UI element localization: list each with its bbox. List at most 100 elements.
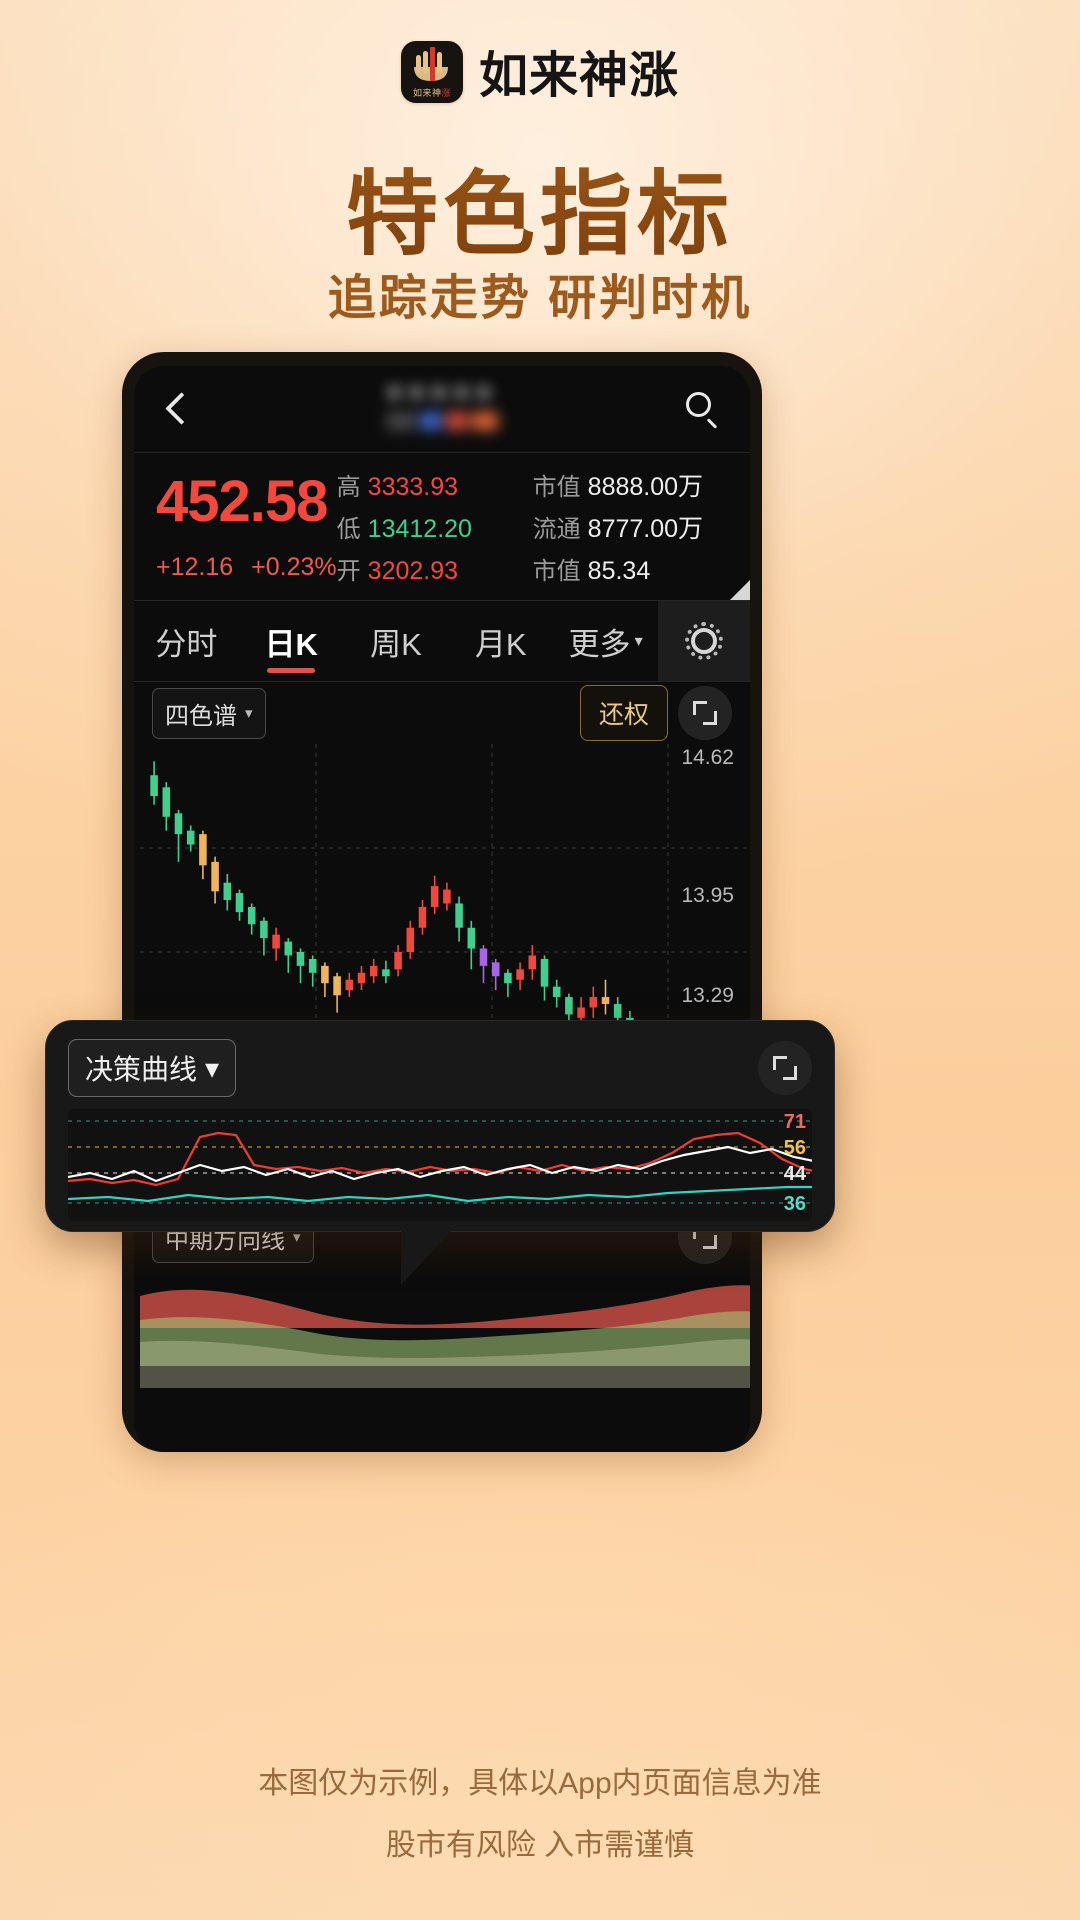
quote-stats-block: 高3333.93 市值8888.00万 量比12.39 低13412.20 流通… xyxy=(337,465,750,586)
candle xyxy=(552,986,561,998)
stat-value: 3202.93 xyxy=(367,557,459,585)
candle xyxy=(174,813,183,835)
expand-corner-marker[interactable] xyxy=(730,580,750,600)
tab-month-k[interactable]: 月K xyxy=(448,601,553,681)
candle xyxy=(345,979,354,991)
chevron-down-icon: ▾ xyxy=(634,633,643,650)
search-icon[interactable] xyxy=(686,392,720,426)
mid-direction-svg xyxy=(140,1285,750,1388)
stat-label: 开 xyxy=(336,558,361,585)
candle xyxy=(516,969,524,980)
stat-label: 低 xyxy=(336,516,361,543)
quote-row: 低13412.20 流通8777.00万 换手1.90% xyxy=(337,509,750,545)
tab-day-k[interactable]: 日K xyxy=(239,601,344,681)
footer-disclaimer: 本图仅为示例，具体以App内页面信息为准 股市有风险 入市需谨慎 xyxy=(0,1758,1080,1864)
stat-label: 市值 xyxy=(532,558,581,585)
candle xyxy=(150,775,158,796)
candlestick-svg xyxy=(140,744,750,1056)
indicator-selector-sisepu[interactable]: 四色谱 ▾ xyxy=(152,687,266,739)
candle xyxy=(418,906,427,928)
y-axis-label: 13.95 xyxy=(681,884,734,907)
app-navbar: ●●●●● xyxy=(134,366,750,452)
expand-icon[interactable] xyxy=(758,1041,812,1095)
candlestick-chart: 14.62 13.95 13.29 xyxy=(140,744,750,1056)
candle xyxy=(565,997,573,1015)
popup-value-44: 44 xyxy=(783,1163,806,1185)
decision-curve-chart: 71 56 44 36 xyxy=(68,1109,812,1221)
price-change-row: +12.16 +0.23% xyxy=(156,553,337,582)
candle xyxy=(284,941,293,956)
popup-value-56: 56 xyxy=(783,1137,806,1159)
candle xyxy=(479,948,488,966)
tab-week-k[interactable]: 周K xyxy=(344,601,449,681)
candle xyxy=(540,958,549,987)
footer-line-1: 本图仅为示例，具体以App内页面信息为准 xyxy=(258,1767,822,1800)
chart-period-tabs: 分时 日K 周K 月K 更多 ▾ xyxy=(134,601,750,682)
price-change: +12.16 xyxy=(156,553,234,581)
candle xyxy=(601,997,610,1004)
phone-screen: ●●●●● 452.58 +12.16 +0.23% 高 3333.93 市值 88… xyxy=(134,366,750,1452)
candle xyxy=(528,955,537,970)
candle xyxy=(430,886,439,907)
decision-curve-popup: 决策曲线 ▾ 71 56 44 36 xyxy=(45,1020,835,1285)
candle xyxy=(186,830,195,845)
decision-curve-svg xyxy=(68,1120,812,1204)
gear-icon xyxy=(684,622,723,660)
last-price: 452.58 xyxy=(156,469,328,534)
phone-mockup: ●●●●● 452.58 +12.16 +0.23% 高 3333.93 市值 88… xyxy=(122,352,762,1452)
y-axis-label: 14.62 xyxy=(681,746,734,769)
candle xyxy=(369,965,378,977)
candle xyxy=(491,962,500,977)
quote-row: 高3333.93 市值8888.00万 量比12.39 xyxy=(337,467,750,503)
stat-label: 流通 xyxy=(532,516,581,543)
popup-value-36: 36 xyxy=(783,1193,806,1215)
quote-price-block: 452.58 +12.16 +0.23% xyxy=(156,465,337,586)
candle xyxy=(382,969,390,977)
brand-name: 如来神涨 xyxy=(478,49,679,103)
candle xyxy=(308,958,317,973)
footer-line-2: 股市有风险 入市需谨慎 xyxy=(385,1829,695,1862)
popup-value-71: 71 xyxy=(783,1111,806,1133)
candle xyxy=(577,1007,585,1018)
stat-value: 3333.93 xyxy=(367,473,459,501)
candle xyxy=(223,882,232,900)
candle xyxy=(357,972,366,984)
quote-row: 开3202.93 市值85.34 TTM市盈99.99 xyxy=(337,551,750,586)
price-change-pct: +0.23% xyxy=(251,553,337,581)
candle xyxy=(394,952,402,970)
stat-value: 13412.20 xyxy=(367,515,472,543)
candle xyxy=(272,934,280,949)
chart-settings-button[interactable] xyxy=(657,601,750,681)
logo-red-bar xyxy=(429,46,435,81)
popup-tail xyxy=(401,1229,453,1285)
stat-value: 8888.00万 xyxy=(587,473,704,501)
candle xyxy=(589,997,598,1008)
candle xyxy=(296,952,305,966)
candle xyxy=(199,834,207,866)
candle xyxy=(333,976,341,996)
popup-header: 决策曲线 ▾ xyxy=(68,1039,812,1097)
candle xyxy=(260,920,268,939)
candle xyxy=(455,903,463,928)
back-icon[interactable] xyxy=(160,394,190,424)
tab-more[interactable]: 更多 ▾ xyxy=(553,601,658,681)
candle xyxy=(443,889,451,904)
page-subheadline: 追踪走势 研判时机 xyxy=(327,272,753,325)
candle xyxy=(235,893,244,913)
candle xyxy=(162,787,171,817)
indicator-selector-decision-curve[interactable]: 决策曲线 ▾ xyxy=(68,1039,237,1097)
chevron-down-icon: ▾ xyxy=(205,1052,220,1084)
candle xyxy=(504,972,512,984)
chevron-down-icon: ▾ xyxy=(245,705,253,722)
adjust-rights-button[interactable]: 还权 xyxy=(579,685,668,741)
mid-direction-chart xyxy=(140,1268,750,1388)
tab-fenshi[interactable]: 分时 xyxy=(134,601,239,681)
stat-value: 85.34 xyxy=(587,557,651,585)
page-headline: 特色指标 xyxy=(0,140,1080,273)
candle xyxy=(613,1004,622,1018)
candle xyxy=(211,861,219,892)
expand-icon[interactable] xyxy=(678,686,732,740)
stock-title-blurred: ●●●●● xyxy=(386,376,498,430)
brand-header: 如来神涨 如来神涨 xyxy=(0,36,1080,107)
indicator-toolbar: 四色谱 ▾ 还权 xyxy=(134,682,750,744)
